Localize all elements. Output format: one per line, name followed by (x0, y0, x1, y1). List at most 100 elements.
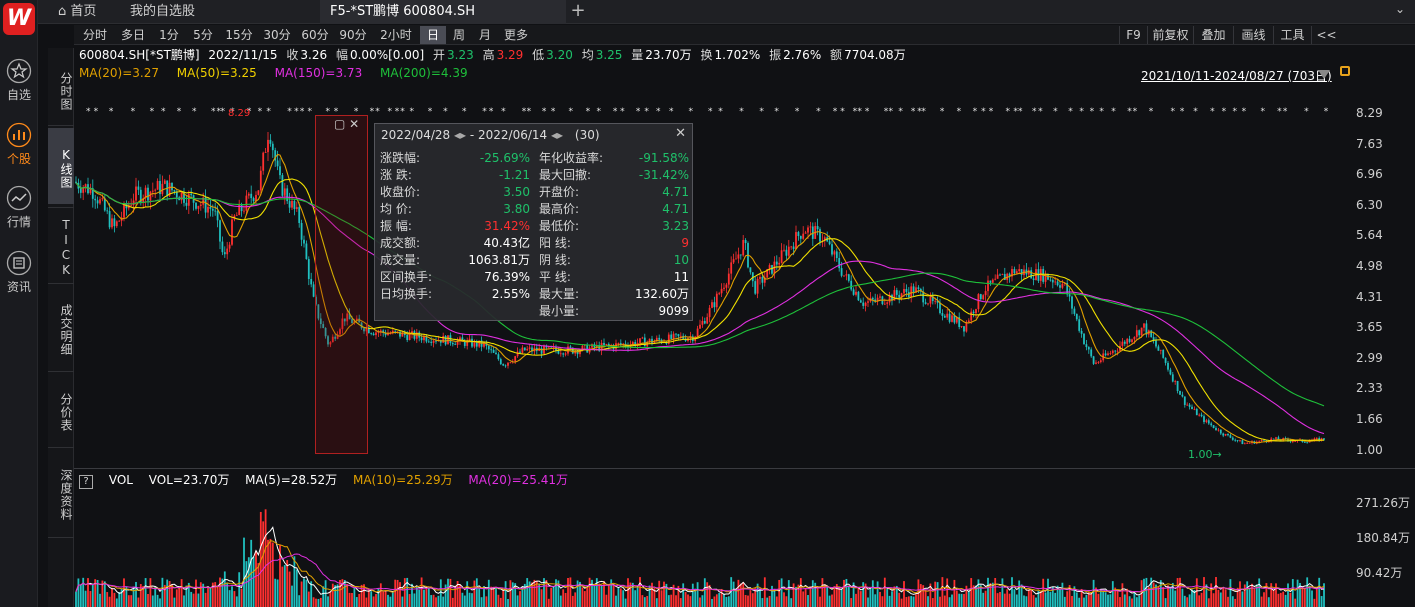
nav-stock[interactable]: 个股 (0, 122, 38, 167)
event-marker[interactable]: * (192, 107, 197, 117)
side-tab-5[interactable]: 深度资料 (48, 452, 74, 534)
nav-watchlist[interactable]: 自选 (0, 58, 38, 103)
tool-3[interactable]: 画线 (1233, 26, 1273, 44)
period-11[interactable]: 月 (472, 26, 498, 44)
triangle-down-icon[interactable] (1318, 70, 1330, 79)
event-marker[interactable]: * (375, 107, 380, 117)
event-marker[interactable]: * (1127, 107, 1132, 117)
event-marker[interactable]: * (898, 107, 903, 117)
event-marker[interactable]: * (865, 107, 870, 117)
event-marker[interactable]: * (150, 107, 155, 117)
event-marker[interactable]: * (1304, 107, 1309, 117)
event-marker[interactable]: * (300, 107, 305, 117)
side-tab-1[interactable]: K线图 (48, 128, 74, 204)
event-marker[interactable]: * (1242, 107, 1247, 117)
tab-watchlist[interactable]: 我的自选股 (120, 0, 320, 24)
event-marker[interactable]: * (940, 107, 945, 117)
event-marker[interactable]: * (816, 107, 821, 117)
nav-market[interactable]: 行情 (0, 185, 38, 230)
event-marker[interactable]: * (840, 107, 845, 117)
lock-icon[interactable] (1340, 66, 1350, 76)
event-marker[interactable]: * (774, 107, 779, 117)
chevron-down-icon[interactable]: ⌄ (1395, 2, 1405, 16)
event-marker[interactable]: * (1170, 107, 1175, 117)
pane-divider[interactable] (74, 468, 1415, 469)
event-marker[interactable]: * (1038, 107, 1043, 117)
nav-news[interactable]: 资讯 (0, 250, 38, 295)
event-marker[interactable]: * (1233, 107, 1238, 117)
event-marker[interactable]: * (889, 107, 894, 117)
tool-4[interactable]: 工具 (1273, 26, 1311, 44)
event-marker[interactable]: * (973, 107, 978, 117)
event-marker[interactable]: * (1006, 107, 1011, 117)
event-marker[interactable]: * (462, 107, 467, 117)
event-marker[interactable]: * (759, 107, 764, 117)
event-marker[interactable]: * (266, 107, 271, 117)
event-marker[interactable]: * (1099, 107, 1104, 117)
maximize-icon[interactable]: ▢ (334, 117, 345, 131)
period-3[interactable]: 5分 (186, 26, 220, 44)
period-4[interactable]: 15分 (220, 26, 258, 44)
event-marker[interactable]: * (1032, 107, 1037, 117)
close-icon[interactable]: ✕ (675, 126, 686, 141)
close-icon[interactable]: ✕ (349, 117, 359, 131)
tool-0[interactable]: F9 (1119, 26, 1147, 44)
event-marker[interactable]: * (981, 107, 986, 117)
event-marker[interactable]: * (656, 107, 661, 117)
period-7[interactable]: 90分 (334, 26, 372, 44)
event-marker[interactable]: * (795, 107, 800, 117)
range-selection-box[interactable] (315, 115, 368, 454)
event-marker[interactable]: * (1324, 107, 1329, 117)
period-6[interactable]: 60分 (296, 26, 334, 44)
period-12[interactable]: 更多 (498, 26, 534, 44)
period-0[interactable]: 分时 (76, 26, 114, 44)
event-marker[interactable]: * (489, 107, 494, 117)
add-tab-button[interactable]: + (566, 0, 590, 24)
range-next-icon[interactable]: ◂▸ (551, 128, 563, 142)
event-marker[interactable]: * (258, 107, 263, 117)
period-2[interactable]: 1分 (152, 26, 186, 44)
event-marker[interactable]: * (86, 107, 91, 117)
event-marker[interactable]: * (1277, 107, 1282, 117)
event-marker[interactable]: * (410, 107, 415, 117)
event-marker[interactable]: * (636, 107, 641, 117)
event-marker[interactable]: * (443, 107, 448, 117)
event-marker[interactable]: * (1079, 107, 1084, 117)
event-marker[interactable]: * (551, 107, 556, 117)
event-marker[interactable]: * (395, 107, 400, 117)
event-marker[interactable]: * (689, 107, 694, 117)
period-9[interactable]: 日 (420, 26, 446, 44)
event-marker[interactable]: * (1111, 107, 1116, 117)
app-logo[interactable]: W (3, 3, 35, 35)
tab-current-stock[interactable]: F5-*ST鹏博 600804.SH (320, 0, 566, 24)
side-tab-0[interactable]: 分时图 (48, 56, 74, 122)
tool-5[interactable]: << (1311, 26, 1341, 44)
event-marker[interactable]: * (211, 107, 216, 117)
event-marker[interactable]: * (1193, 107, 1198, 117)
event-marker[interactable]: * (400, 107, 405, 117)
event-marker[interactable]: * (94, 107, 99, 117)
tool-2[interactable]: 叠加 (1193, 26, 1233, 44)
event-marker[interactable]: * (501, 107, 506, 117)
event-marker[interactable]: * (370, 107, 375, 117)
period-1[interactable]: 多日 (114, 26, 152, 44)
event-marker[interactable]: * (1283, 107, 1288, 117)
event-marker[interactable]: * (620, 107, 625, 117)
event-marker[interactable]: * (669, 107, 674, 117)
event-marker[interactable]: * (708, 107, 713, 117)
event-marker[interactable]: * (482, 107, 487, 117)
event-marker[interactable]: * (1018, 107, 1023, 117)
candlestick-chart[interactable]: * * * * * * * * * * * * * * * * * * * * * * * * * * * * * * * * * * * * * * * *… (74, 82, 1354, 467)
event-marker[interactable]: * (644, 107, 649, 117)
event-marker[interactable]: * (220, 107, 225, 117)
side-tab-3[interactable]: 成交明细 (48, 288, 74, 368)
event-marker[interactable]: * (1090, 107, 1095, 117)
event-marker[interactable]: * (1180, 107, 1185, 117)
event-marker[interactable]: * (718, 107, 723, 117)
event-marker[interactable]: * (287, 107, 292, 117)
event-marker[interactable]: * (739, 107, 744, 117)
event-marker[interactable]: * (1222, 107, 1227, 117)
event-marker[interactable]: * (833, 107, 838, 117)
tool-1[interactable]: 前复权 (1147, 26, 1193, 44)
event-marker[interactable]: * (857, 107, 862, 117)
